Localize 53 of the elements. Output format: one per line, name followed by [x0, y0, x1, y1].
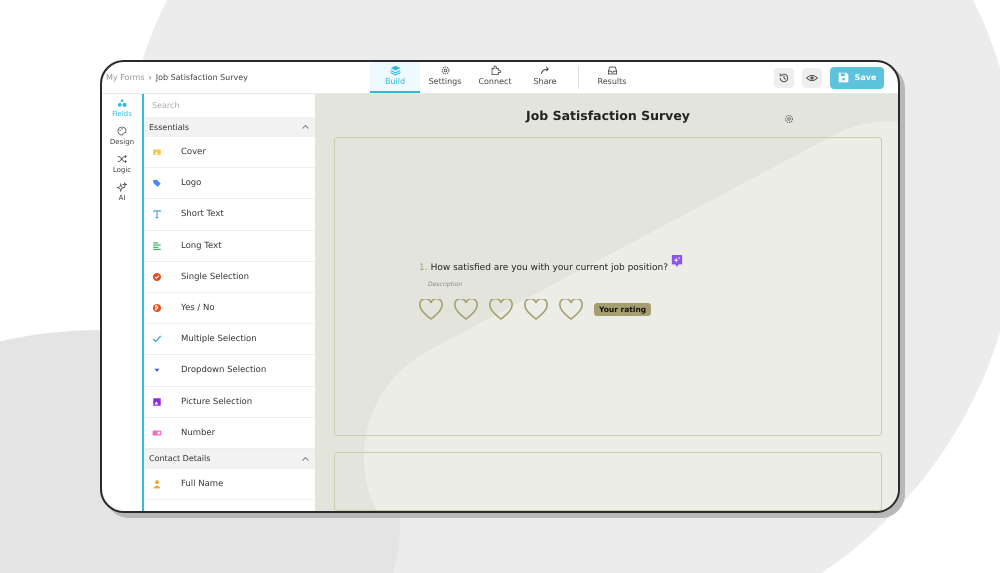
image-icon	[152, 147, 162, 158]
picture-icon	[152, 396, 162, 407]
share-arrow-icon	[540, 65, 550, 76]
toggle-circle-icon	[152, 303, 162, 314]
section-title: Essentials	[149, 122, 190, 132]
history-button[interactable]	[774, 68, 794, 88]
breadcrumb-separator: ›	[148, 73, 152, 82]
question-text: How satisfied are you with your current job position?	[430, 262, 668, 273]
history-icon	[778, 72, 790, 84]
layers-icon	[390, 65, 400, 76]
lines-icon	[152, 240, 162, 251]
field-type-item[interactable]: Single Selection	[144, 262, 315, 293]
field-type-item[interactable]: Short Text	[144, 199, 315, 231]
palette-icon	[116, 126, 127, 136]
save-icon	[838, 72, 849, 83]
field-type-item[interactable]: Multiple Selection	[144, 324, 315, 356]
question-number: 1.	[419, 262, 428, 273]
inbox-icon	[606, 65, 618, 76]
check-circle-icon	[152, 272, 162, 282]
field-type-item[interactable]: Full Name	[144, 468, 315, 500]
ai-sparkle-icon[interactable]	[671, 254, 683, 268]
puzzle-icon	[490, 65, 500, 76]
sparkle-icon	[117, 182, 127, 192]
section-title: Contact Details	[149, 454, 210, 464]
number-icon	[152, 428, 162, 438]
preview-button[interactable]	[802, 68, 822, 88]
form-title: Job Satisfaction Survey	[526, 108, 690, 124]
heart-icon[interactable]	[489, 298, 513, 321]
heart-icon[interactable]	[559, 298, 583, 321]
field-type-item[interactable]: Yes / No	[144, 292, 315, 324]
section-header[interactable]: Essentials	[144, 117, 315, 137]
tab[interactable]: Connect	[470, 62, 520, 93]
heart-icon[interactable]	[419, 298, 443, 321]
heart-icon[interactable]	[454, 298, 478, 321]
field-type-item[interactable]: Cover	[144, 137, 315, 168]
shuffle-icon	[116, 154, 127, 164]
field-type-item[interactable]: Long Text	[144, 230, 315, 262]
settings-icon[interactable]	[784, 114, 794, 124]
checkmark-icon	[152, 334, 162, 344]
field-type-item[interactable]: Logo	[144, 168, 315, 200]
section-header[interactable]: Contact Details	[144, 448, 315, 469]
heart-icon[interactable]	[524, 298, 548, 321]
tag-icon	[152, 178, 162, 188]
person-icon	[152, 478, 162, 489]
breadcrumb-current: Job Satisfaction Survey	[156, 73, 248, 82]
text-icon	[152, 209, 162, 220]
shapes-icon	[117, 98, 127, 108]
tab[interactable]: Settings	[420, 62, 470, 93]
gear-icon	[440, 65, 450, 76]
tab[interactable]: Results	[587, 62, 637, 93]
field-type-item[interactable]: Dropdown Selection	[144, 355, 315, 386]
field-type-item[interactable]: Picture Selection	[144, 386, 315, 418]
tab[interactable]: Share	[520, 62, 570, 93]
